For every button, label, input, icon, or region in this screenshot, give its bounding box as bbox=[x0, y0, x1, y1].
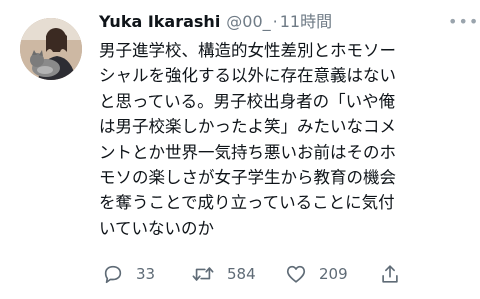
tweet-text-line: を奪うことで成り立っていることに気付 bbox=[99, 193, 395, 213]
tweet-text-line: いていないのか bbox=[99, 218, 215, 238]
author-name[interactable]: Yuka Ikarashi bbox=[99, 12, 220, 31]
tweet-text: 男子進学校、構造的女性差別とホモソー シャルを強化する以外に存在意義はない と思… bbox=[99, 38, 469, 241]
retweet-button[interactable]: 584 bbox=[191, 262, 256, 286]
share-icon bbox=[379, 263, 401, 285]
like-button[interactable]: 209 bbox=[285, 262, 348, 286]
reply-count: 33 bbox=[136, 265, 156, 283]
avatar-photo bbox=[20, 18, 82, 80]
author-handle[interactable]: @00_ bbox=[226, 12, 270, 31]
tweet-card[interactable]: ••• Yuka Ikarashi @00_ · 11時間 男子進学校、構造的女性差別… bbox=[0, 0, 480, 299]
tweet-header: Yuka Ikarashi @00_ · 11時間 bbox=[99, 9, 332, 35]
tweet-text-line: ントとか世界一気持ち悪いお前はそのホ bbox=[99, 142, 396, 162]
retweet-count: 584 bbox=[227, 265, 256, 283]
more-dots-icon: ••• bbox=[448, 12, 480, 31]
tweet-text-line: と思っている。男子校出身者の「いや俺 bbox=[99, 91, 396, 111]
reply-button[interactable]: 33 bbox=[102, 262, 155, 286]
tweet-text-line: 男子進学校、構造的女性差別とホモソー bbox=[99, 41, 396, 60]
reply-icon bbox=[102, 263, 124, 285]
heart-icon bbox=[285, 263, 307, 285]
tweet-text-line: は男子校楽しかったよ笑」みたいなコメ bbox=[99, 117, 396, 137]
share-button[interactable] bbox=[379, 262, 401, 286]
tweet-timestamp[interactable]: 11時間 bbox=[280, 12, 332, 31]
tweet-text-line: シャルを強化する以外に存在意義はない bbox=[99, 66, 396, 86]
avatar[interactable] bbox=[20, 18, 82, 80]
header-separator: · bbox=[272, 12, 278, 31]
more-menu-button[interactable]: ••• bbox=[448, 12, 478, 32]
like-count: 209 bbox=[319, 265, 348, 283]
retweet-icon bbox=[191, 263, 215, 285]
action-bar: 33 584 209 bbox=[99, 262, 469, 286]
tweet-text-line: モソの楽しさが女子学生から教育の機会 bbox=[99, 168, 396, 188]
